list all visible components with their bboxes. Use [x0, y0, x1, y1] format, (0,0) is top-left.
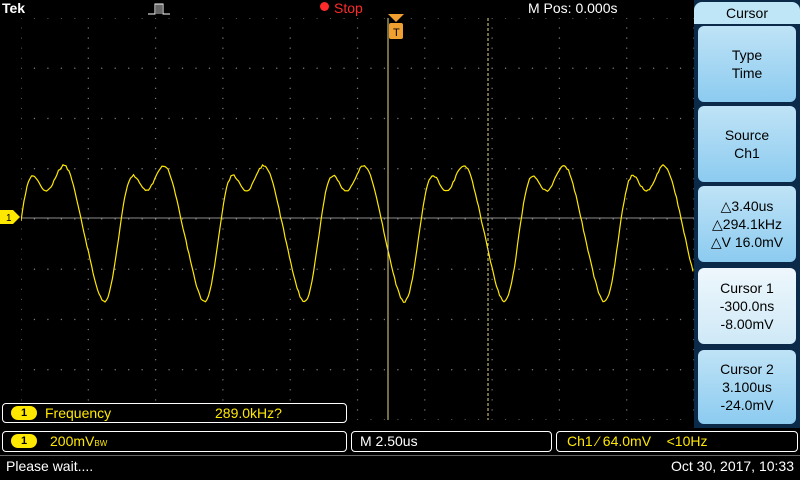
cursor-1-time: -300.0ns	[698, 297, 796, 315]
acquisition-pulse-icon	[148, 3, 170, 15]
cursor-delta-readout[interactable]: △3.40us △294.1kHz △V 16.0mV	[698, 186, 796, 262]
timebase-value: M 2.50us	[360, 433, 418, 449]
measurement-label: Frequency	[45, 405, 111, 421]
trigger-frequency: <10Hz	[667, 433, 708, 449]
channel-scale-readout[interactable]: 1 200mVBW	[2, 431, 347, 452]
cursor-type-button[interactable]: Type Time	[698, 26, 796, 102]
delta-frequency: △294.1kHz	[698, 215, 796, 233]
delta-voltage: △V 16.0mV	[698, 233, 796, 251]
channel-badge: 1	[11, 406, 37, 420]
measurement-value: 289.0kHz?	[215, 405, 282, 421]
waveform-screen[interactable]	[21, 18, 694, 420]
timebase-readout[interactable]: M 2.50us	[351, 431, 552, 452]
stop-indicator-icon	[320, 2, 329, 11]
brand-logo: Tek	[2, 0, 25, 16]
frequency-measurement[interactable]: 1 Frequency 289.0kHz?	[2, 403, 347, 423]
cursor-side-menu: Cursor Type Time Source Ch1 △3.40us △294…	[694, 0, 800, 428]
trigger-readout[interactable]: Ch1 ⁄ 64.0mV <10Hz	[556, 431, 798, 452]
delta-time: △3.40us	[698, 197, 796, 215]
cursor-source-button[interactable]: Source Ch1	[698, 106, 796, 182]
ch1-ground-marker[interactable]: 1	[0, 210, 20, 224]
volts-per-div: 200mVBW	[50, 433, 107, 449]
ch1-waveform	[21, 165, 693, 302]
button-label: Cursor 1	[698, 279, 796, 297]
date-time: Oct 30, 2017, 10:33	[671, 458, 794, 474]
button-label: Type	[698, 46, 796, 64]
horizontal-position-readout: M Pos: 0.000s	[528, 0, 618, 16]
button-value: Time	[698, 64, 796, 82]
status-message: Please wait....	[6, 458, 93, 474]
button-label: Source	[698, 126, 796, 144]
top-status-bar: Tek Stop M Pos: 0.000s	[0, 0, 694, 18]
cursor-1-voltage: -8.00mV	[698, 315, 796, 333]
run-state-label: Stop	[334, 0, 363, 16]
cursor-2-button[interactable]: Cursor 2 3.100us -24.0mV	[698, 350, 796, 424]
cursor-2-voltage: -24.0mV	[698, 396, 796, 414]
cursor-1-button[interactable]: Cursor 1 -300.0ns -8.00mV	[698, 268, 796, 344]
svg-text:T: T	[393, 27, 400, 39]
menu-title: Cursor	[694, 2, 800, 24]
bandwidth-limit-mark: BW	[94, 439, 107, 448]
trigger-position-marker[interactable]: T	[388, 14, 404, 42]
channel-badge: 1	[11, 434, 37, 448]
graticule	[21, 18, 694, 420]
cursor-2-time: 3.100us	[698, 378, 796, 396]
trigger-level: Ch1 ⁄ 64.0mV <10Hz	[567, 433, 707, 449]
status-bar: Please wait.... Oct 30, 2017, 10:33	[0, 455, 800, 480]
button-label: Cursor 2	[698, 360, 796, 378]
svg-text:1: 1	[6, 213, 12, 224]
button-value: Ch1	[698, 144, 796, 162]
